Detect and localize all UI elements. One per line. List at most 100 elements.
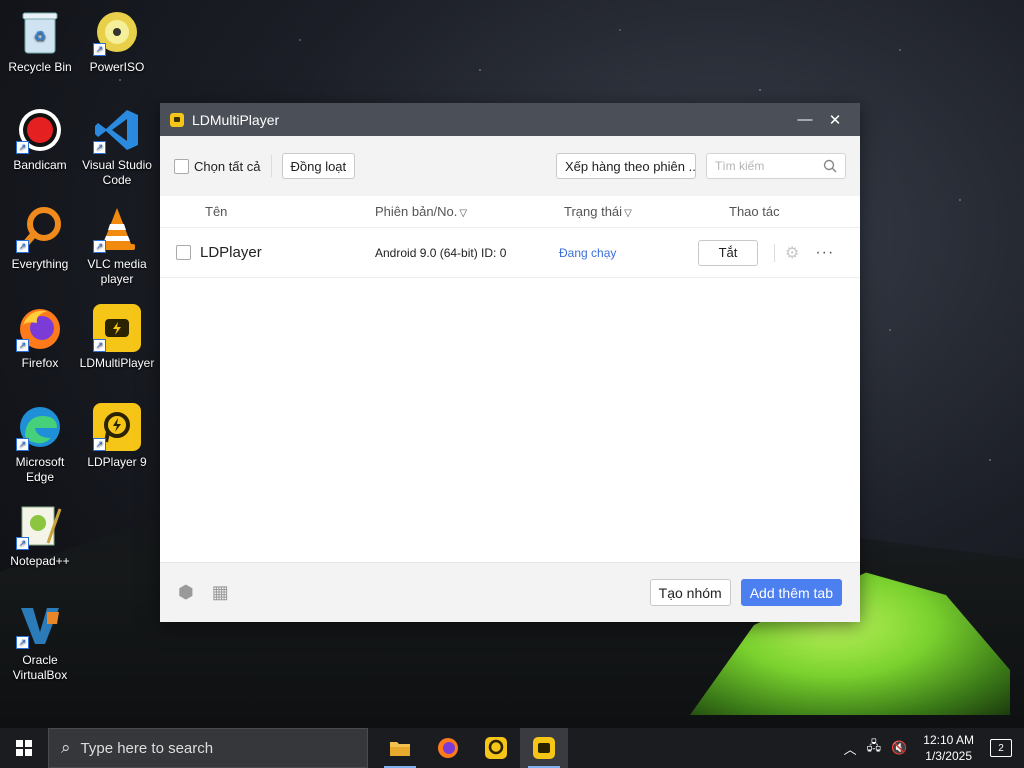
windows-logo-icon xyxy=(16,740,32,756)
everything-search-icon: ↗ xyxy=(16,205,64,253)
chevron-up-icon[interactable]: ︿ xyxy=(844,739,857,758)
clock-date: 1/3/2025 xyxy=(925,749,972,763)
select-all-checkbox[interactable]: Chọn tất cả xyxy=(174,158,261,174)
notepadpp-icon: ↗ xyxy=(16,502,64,550)
firefox-icon xyxy=(438,738,458,758)
header-version-cell[interactable]: Phiên bản/No. ▽ xyxy=(360,204,555,219)
desktop-icon-label: LDPlayer 9 xyxy=(87,455,147,469)
add-tab-button[interactable]: Add thêm tab xyxy=(740,579,842,606)
header-status-cell[interactable]: Trạng thái ▽ xyxy=(555,204,710,219)
create-group-button[interactable]: Tạo nhóm xyxy=(649,579,731,606)
ldplayer9-icon: ↗ xyxy=(93,403,141,451)
vlc-cone-icon: ↗ xyxy=(93,205,141,253)
sort-dropdown-button[interactable]: Xếp hàng theo phiên ... xyxy=(556,153,696,179)
toolbar: Chọn tất cả Đồng loạt Xếp hàng theo phiê… xyxy=(160,136,860,196)
shutdown-button[interactable]: Tắt xyxy=(698,239,758,266)
settings-gear-icon[interactable]: ⚙ xyxy=(785,243,799,263)
ldmultiplayer-icon: ↗ xyxy=(93,304,141,352)
list-empty-area xyxy=(160,278,860,561)
ldmultiplayer-icon xyxy=(533,737,555,759)
ldmultiplayer-window: LDMultiPlayer — ✕ Chọn tất cả Đồng loạt … xyxy=(160,103,860,622)
desktop-icon-label: Visual Studio Code xyxy=(82,158,152,187)
filter-icon[interactable]: ▽ xyxy=(624,208,632,219)
folder-icon xyxy=(390,742,410,756)
taskbar-apps xyxy=(376,728,568,768)
filter-icon[interactable]: ▽ xyxy=(459,208,467,219)
window-footer: ⬢ ▦ Tạo nhóm Add thêm tab xyxy=(160,562,860,622)
instance-name: LDPlayer xyxy=(200,244,262,261)
search-icon: ⌕ xyxy=(61,738,71,757)
recycle-bin-icon: ♻ xyxy=(16,8,64,56)
search-icon[interactable] xyxy=(823,159,837,173)
row-checkbox[interactable] xyxy=(176,245,191,260)
instance-version: Android 9.0 (64-bit) ID: 0 xyxy=(375,245,507,260)
select-all-label: Chọn tất cả xyxy=(194,158,261,174)
minimize-button[interactable]: — xyxy=(790,111,820,128)
search-input[interactable] xyxy=(715,159,823,173)
notification-count: 2 xyxy=(998,742,1004,754)
desktop-icon-poweriso[interactable]: ↗ PowerISO xyxy=(77,8,157,75)
app-logo-icon xyxy=(170,112,184,127)
clock-time: 12:10 AM xyxy=(923,733,974,747)
desktop-icon-vlc[interactable]: ↗ VLC media player xyxy=(77,205,157,287)
window-title: LDMultiPlayer xyxy=(192,111,280,128)
desktop-icon-label: Bandicam xyxy=(13,158,67,172)
desktop-icon-bandicam[interactable]: ↗ Bandicam xyxy=(0,106,80,173)
desktop-icon-label: Everything xyxy=(11,257,69,271)
edge-icon: ↗ xyxy=(16,403,64,451)
desktop-icon-label: Recycle Bin xyxy=(8,60,72,74)
virtualbox-icon: ↗ xyxy=(16,601,64,649)
desktop-icon-ldplayer9[interactable]: ↗ LDPlayer 9 xyxy=(77,403,157,470)
settings-hexagon-icon[interactable]: ⬢ xyxy=(178,582,194,603)
toolbar-divider xyxy=(270,155,272,177)
taskbar-firefox[interactable] xyxy=(424,728,472,768)
batch-button[interactable]: Đồng loạt xyxy=(281,153,356,179)
taskbar-file-explorer[interactable] xyxy=(376,728,424,768)
desktop-icon-edge[interactable]: ↗ Microsoft Edge xyxy=(0,403,80,485)
bandicam-icon: ↗ xyxy=(16,106,64,154)
desktop-icon-vscode[interactable]: ↗ Visual Studio Code xyxy=(77,106,157,188)
close-button[interactable]: ✕ xyxy=(820,111,850,129)
taskbar-search-placeholder: Type here to search xyxy=(80,739,214,757)
header-status: Trạng thái xyxy=(564,204,623,219)
header-actions: Thao tác xyxy=(729,204,780,219)
desktop-icon-notepadpp[interactable]: ↗ Notepad++ xyxy=(0,502,80,569)
desktop-icon-label: LDMultiPlayer xyxy=(79,356,155,370)
vscode-icon: ↗ xyxy=(93,106,141,154)
ldplayer9-icon xyxy=(485,737,507,759)
checkbox-icon[interactable] xyxy=(174,158,189,174)
taskbar-ldplayer9[interactable] xyxy=(472,728,520,768)
desktop-icon-firefox[interactable]: ↗ Firefox xyxy=(0,304,80,371)
header-version: Phiên bản/No. xyxy=(375,204,458,219)
desktop-icon-label: Microsoft Edge xyxy=(15,455,65,484)
clock[interactable]: 12:10 AM 1/3/2025 xyxy=(923,732,974,764)
taskbar-search-box[interactable]: ⌕ Type here to search xyxy=(48,728,368,768)
desktop-icon-label: VLC media player xyxy=(87,257,147,286)
firefox-icon: ↗ xyxy=(16,304,64,352)
desktop-icon-recycle-bin[interactable]: ♻ Recycle Bin xyxy=(0,8,80,75)
start-button[interactable] xyxy=(0,728,48,768)
action-divider xyxy=(774,243,775,262)
desktop-icon-label: Firefox xyxy=(21,356,59,370)
network-icon[interactable]: 🖧 xyxy=(867,737,882,759)
taskbar: ⌕ Type here to search ︿ 🖧 🔇 12:10 AM 1/3… xyxy=(0,728,1024,768)
notification-center-button[interactable]: 2 xyxy=(990,739,1012,757)
search-box[interactable] xyxy=(706,153,846,179)
desktop-icon-ldmultiplayer[interactable]: ↗ LDMultiPlayer xyxy=(77,304,157,371)
instance-status: Đang chạy xyxy=(559,245,617,260)
volume-muted-icon[interactable]: 🔇 xyxy=(891,740,907,756)
window-titlebar[interactable]: LDMultiPlayer — ✕ xyxy=(160,103,860,136)
table-row[interactable]: LDPlayer Android 9.0 (64-bit) ID: 0 Đang… xyxy=(160,228,860,278)
desktop-icon-label: Notepad++ xyxy=(10,554,70,568)
desktop-icon-label: Oracle VirtualBox xyxy=(12,653,68,682)
desktop-icon-virtualbox[interactable]: ↗ Oracle VirtualBox xyxy=(0,601,80,683)
header-name: Tên xyxy=(205,204,228,219)
table-header: Tên Phiên bản/No. ▽ Trạng thái ▽ Thao tác xyxy=(160,196,860,228)
grid-view-icon[interactable]: ▦ xyxy=(212,582,229,603)
system-tray: ︿ 🖧 🔇 xyxy=(844,737,908,759)
desktop-icon-label: PowerISO xyxy=(89,60,145,74)
taskbar-ldmultiplayer[interactable] xyxy=(520,728,568,768)
desktop-icon-everything[interactable]: ↗ Everything xyxy=(0,205,80,272)
poweriso-icon: ↗ xyxy=(93,8,141,56)
more-options-icon[interactable]: ··· xyxy=(815,244,834,262)
